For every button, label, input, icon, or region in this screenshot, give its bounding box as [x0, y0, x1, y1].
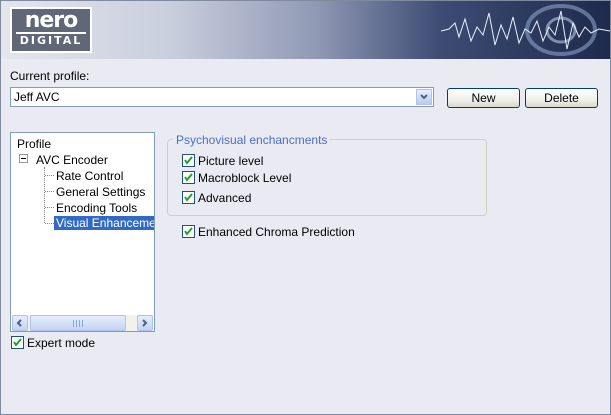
- tree-item-encoding-tools[interactable]: Encoding Tools: [56, 201, 137, 215]
- scrollbar-grip: [73, 320, 83, 327]
- header-banner: nero DIGITAL: [1, 1, 610, 59]
- picture-level-label: Picture level: [198, 154, 264, 168]
- dropdown-arrow-icon[interactable]: [416, 89, 432, 105]
- tree-node-avc-encoder[interactable]: AVC Encoder: [36, 153, 108, 167]
- tree-item-visual-enhancement[interactable]: Visual Enhancement: [54, 216, 154, 230]
- delete-profile-button[interactable]: Delete: [525, 88, 598, 108]
- logo-sub: DIGITAL: [16, 32, 86, 48]
- tree-root-profile[interactable]: Profile: [17, 137, 51, 151]
- settings-tree[interactable]: Profile AVC Encoder Rate Control General…: [10, 132, 155, 332]
- picture-level-checkbox[interactable]: [182, 154, 195, 167]
- checkmark-icon: [13, 338, 22, 347]
- current-profile-label: Current profile:: [10, 69, 90, 83]
- advanced-checkbox[interactable]: [182, 191, 195, 204]
- tree-connector: [45, 223, 54, 224]
- checkmark-icon: [184, 173, 193, 182]
- macroblock-level-checkbox[interactable]: [182, 171, 195, 184]
- expert-mode-label: Expert mode: [27, 336, 96, 350]
- scroll-right-icon[interactable]: [137, 315, 153, 331]
- checkmark-icon: [184, 193, 193, 202]
- nero-digital-logo: nero DIGITAL: [10, 7, 92, 53]
- advanced-label: Advanced: [198, 191, 252, 205]
- waveform-graphic: [441, 4, 610, 56]
- logo-word: nero: [24, 8, 79, 33]
- tree-item-general-settings[interactable]: General Settings: [56, 185, 145, 199]
- enhanced-chroma-checkbox[interactable]: [182, 225, 195, 238]
- tree-horizontal-scrollbar[interactable]: [12, 315, 153, 331]
- psychovisual-group-title: Psychovisual enchancments: [173, 133, 331, 147]
- scroll-left-icon[interactable]: [12, 315, 28, 331]
- profile-dropdown-value: Jeff AVC: [14, 90, 60, 104]
- tree-connector: [45, 175, 54, 176]
- checkmark-icon: [184, 156, 193, 165]
- tree-item-rate-control[interactable]: Rate Control: [56, 169, 123, 183]
- tree-connector: [45, 207, 54, 208]
- new-profile-button[interactable]: New: [447, 88, 520, 108]
- checkmark-icon: [184, 227, 193, 236]
- tree-connector: [45, 191, 54, 192]
- scrollbar-thumb[interactable]: [30, 315, 126, 331]
- encoder-settings-window: nero DIGITAL Current profile: Jeff AVC N…: [0, 0, 611, 415]
- profile-dropdown[interactable]: Jeff AVC: [10, 87, 434, 107]
- tree-collapse-icon[interactable]: [19, 154, 28, 163]
- expert-mode-checkbox[interactable]: [11, 336, 24, 349]
- enhanced-chroma-label: Enhanced Chroma Prediction: [198, 225, 355, 239]
- macroblock-level-label: Macroblock Level: [198, 171, 292, 185]
